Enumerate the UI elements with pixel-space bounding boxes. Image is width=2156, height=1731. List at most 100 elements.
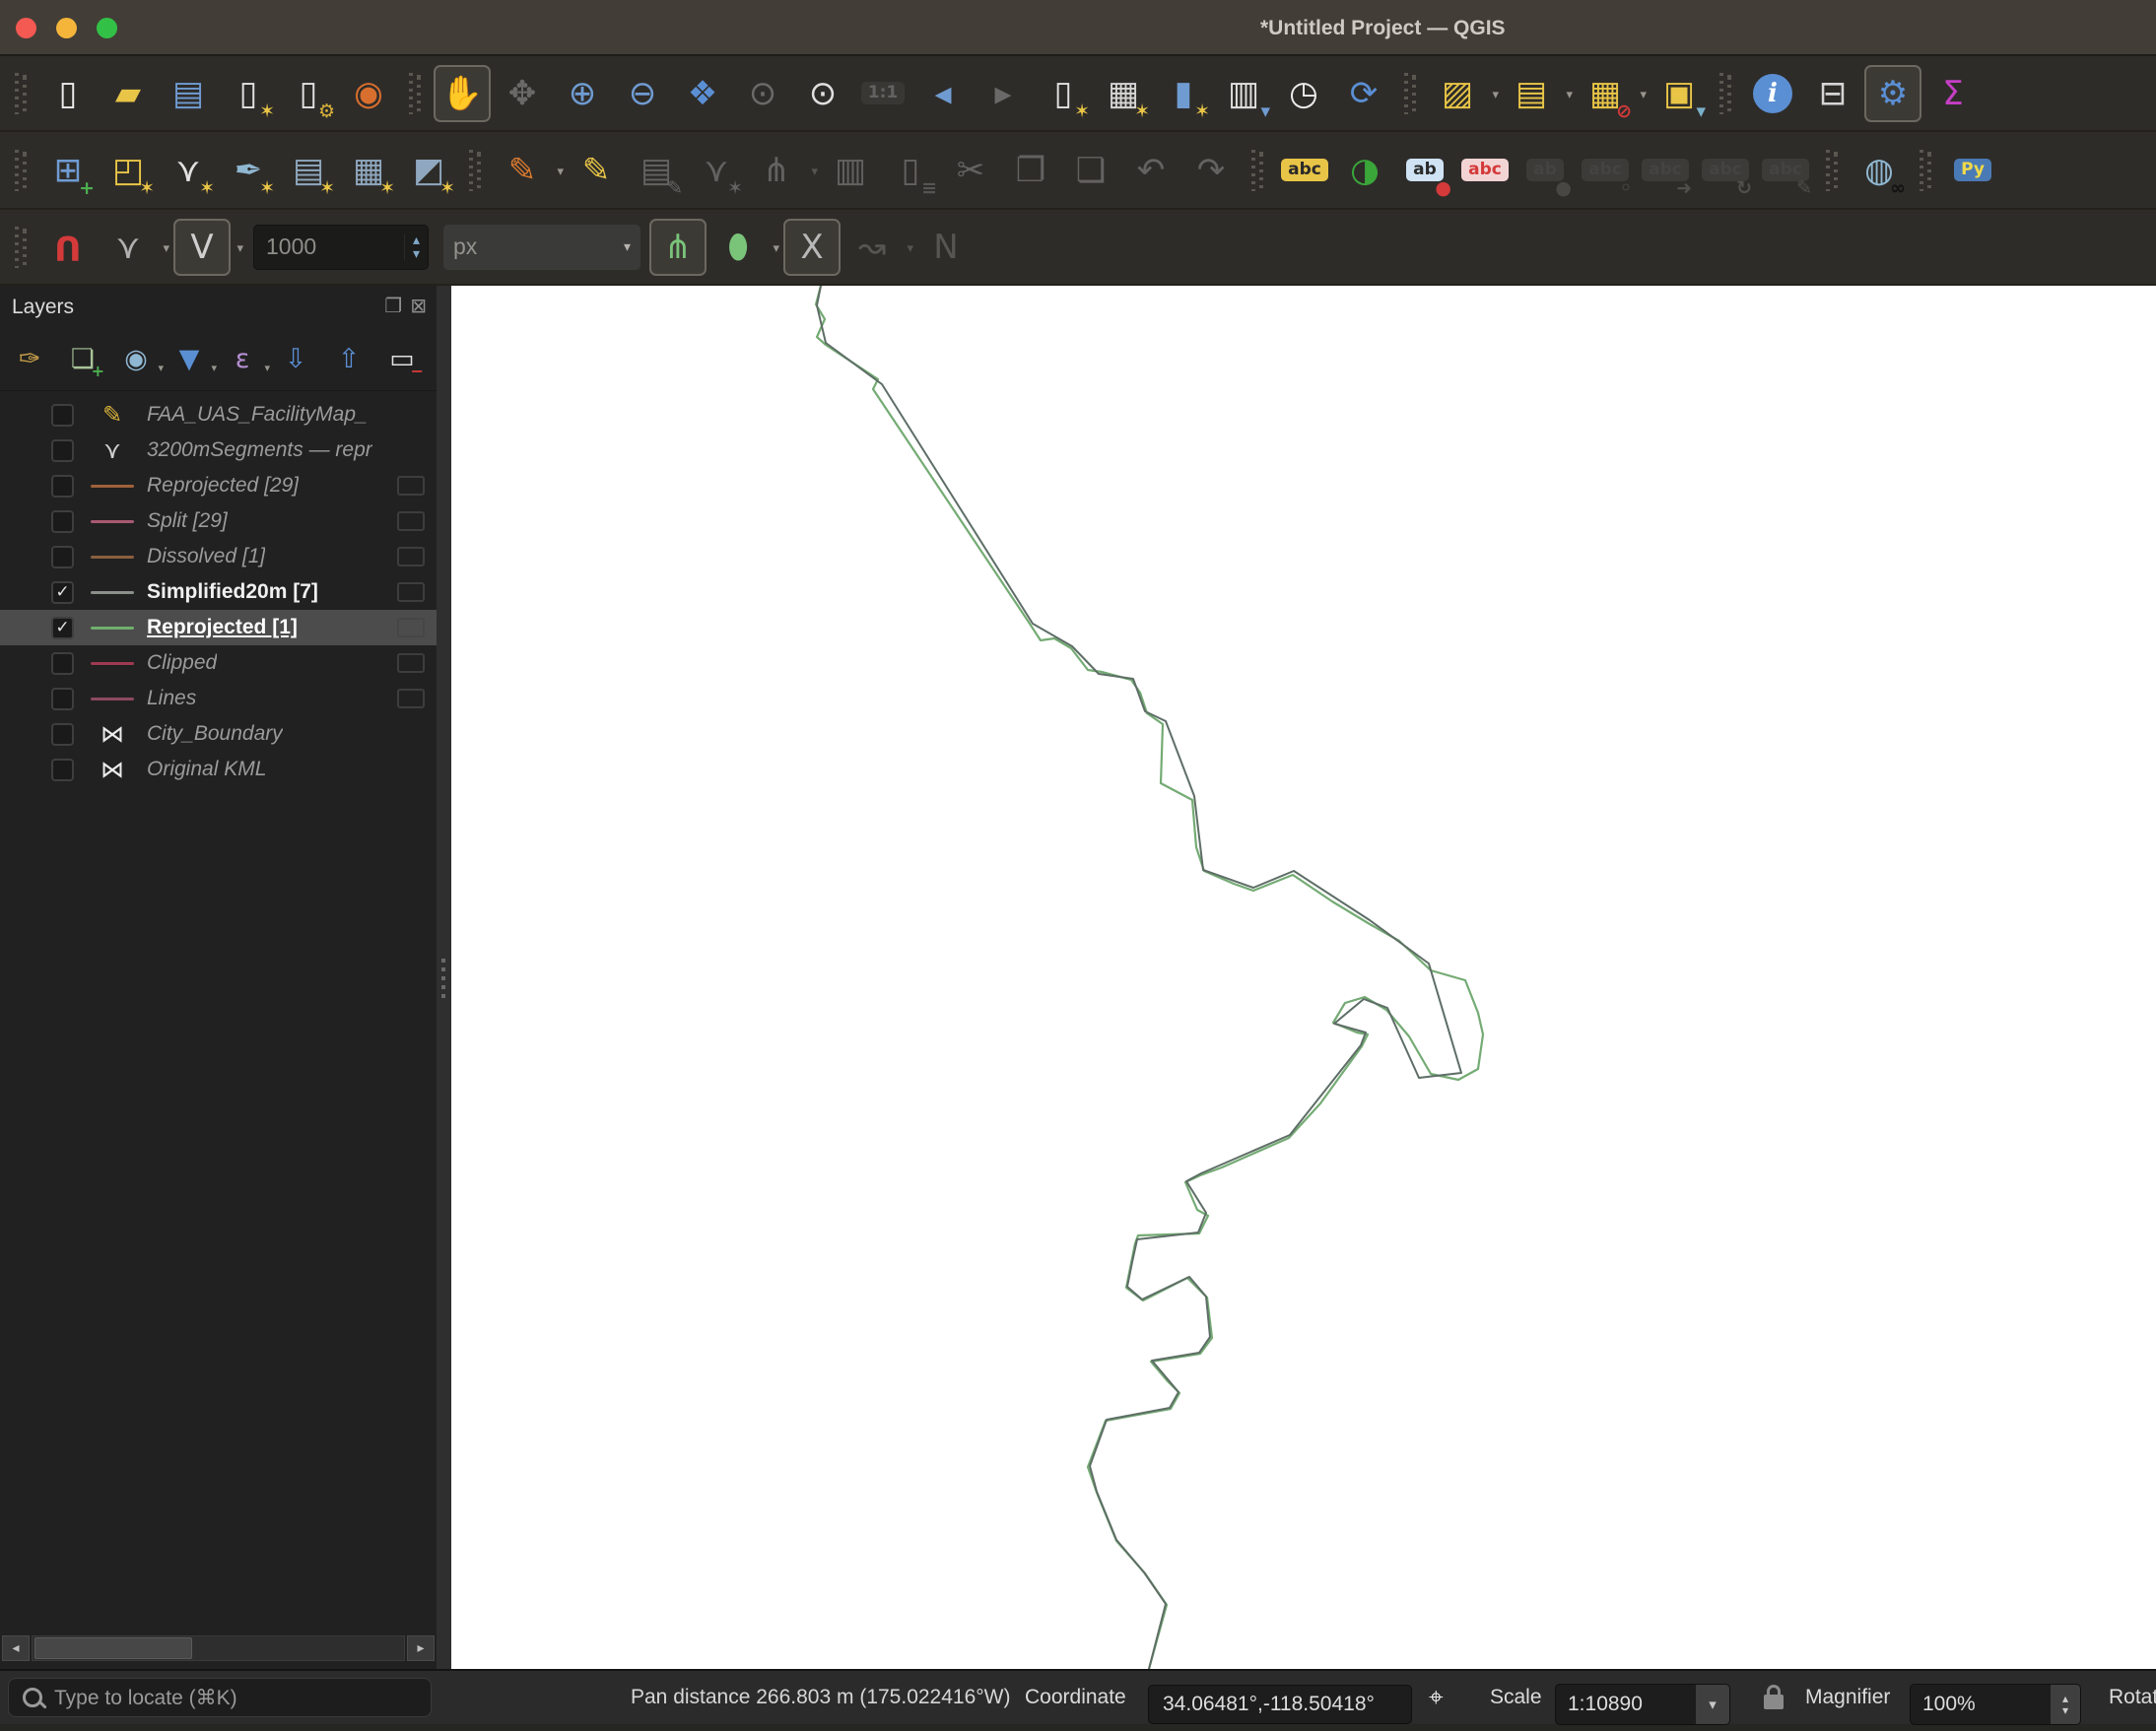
zoom-to-selection-button[interactable]: ⊙ <box>734 65 791 122</box>
processing-toolbox-button[interactable]: ⚙ <box>1864 64 1921 122</box>
toolbar-grip-handle[interactable] <box>1404 72 1417 114</box>
snapping-tolerance-spinbox[interactable]: ▴▾ <box>253 224 429 270</box>
layer-reprojected-1-checkbox[interactable]: ✓ <box>51 616 74 639</box>
close-panel-icon[interactable]: ⊠ <box>410 294 427 317</box>
select-features-button[interactable]: ▨ ▾ <box>1429 65 1499 122</box>
open-project-button[interactable]: ▰ <box>100 65 157 122</box>
lock-scale-button[interactable] <box>1764 1671 1784 1724</box>
snapping-type-vertex-button[interactable]: ⋎ ▾ <box>100 219 169 276</box>
filter-legend-dropdown-icon[interactable]: ▾ <box>211 362 217 374</box>
delete-selected-button[interactable]: ▯ ≡ <box>882 142 939 199</box>
new-3d-map-view-button[interactable]: ▦ ✶ <box>1095 65 1152 122</box>
zoom-in-button[interactable]: ⊕ <box>554 65 611 122</box>
snapping-tolerance-input[interactable] <box>254 233 404 261</box>
open-field-calculator-button[interactable]: ⊟ <box>1804 65 1861 122</box>
layer-diagram-options-button[interactable]: ◑ <box>1336 142 1393 199</box>
select-features-by-value-dropdown-icon[interactable]: ▾ <box>1566 88 1573 102</box>
select-features-by-value-button[interactable]: ▤ ▾ <box>1503 65 1573 122</box>
snapping-tolerance-spinner[interactable]: ▴ ▾ <box>403 233 428 261</box>
toolbar-grip-handle[interactable] <box>15 149 28 191</box>
scrollbar-track[interactable] <box>32 1635 405 1661</box>
python-console-button[interactable]: Py <box>1944 142 2001 199</box>
vertex-tool-dropdown-icon[interactable]: ▾ <box>811 165 818 179</box>
snapping-mode-all-layers-button[interactable]: V ▾ <box>173 218 243 276</box>
self-snapping-button[interactable]: X <box>783 218 841 276</box>
change-label-button[interactable]: abc ◦ <box>1577 142 1634 199</box>
magnifier-spinner[interactable]: ▴ ▾ <box>2051 1685 2080 1724</box>
rotate-label-button[interactable]: abc ↻ <box>1697 142 1754 199</box>
vertex-tool-button[interactable]: ⋔ ▾ <box>748 142 818 199</box>
new-project-button[interactable]: ▯ <box>39 65 97 122</box>
filter-by-expression-dropdown-icon[interactable]: ▾ <box>264 362 270 374</box>
layer-reprojected-1[interactable]: ✓ Reprojected [1] <box>0 610 437 645</box>
toolbar-grip-handle[interactable] <box>15 226 28 268</box>
pan-map-button[interactable]: ✋ <box>434 64 491 122</box>
toolbar-grip-handle[interactable] <box>1826 149 1839 191</box>
snapping-on-intersection-dropdown-icon[interactable]: ▾ <box>773 241 779 256</box>
scrollbar-thumb[interactable] <box>34 1637 192 1659</box>
expand-all-button[interactable]: ⇩ <box>274 337 317 380</box>
enable-tracing-dropdown-icon[interactable]: ▾ <box>907 241 913 256</box>
add-line-feature-button[interactable]: ⋎ ✶ <box>688 142 745 199</box>
open-layer-styling-button[interactable]: ✑ <box>8 337 51 380</box>
show-spatial-bookmarks-button[interactable]: ▥ ▾ <box>1215 65 1272 122</box>
layer-lines-checkbox[interactable] <box>51 687 74 710</box>
copy-features-button[interactable]: ❐ <box>1002 142 1059 199</box>
enable-snapping-button[interactable]: U <box>39 219 97 276</box>
toolbar-grip-handle[interactable] <box>1920 149 1932 191</box>
statistical-summary-button[interactable]: Σ <box>1924 65 1982 122</box>
layer-labeling-options-button[interactable]: abc <box>1276 142 1333 199</box>
offset-label-button[interactable]: abc ➜ <box>1637 142 1694 199</box>
zoom-native-resolution-button[interactable]: 1:1 <box>854 65 911 122</box>
scale-dropdown-icon[interactable]: ▾ <box>1696 1685 1729 1724</box>
undo-button[interactable]: ↶ <box>1122 142 1179 199</box>
style-manager-button[interactable]: ◉ <box>340 65 397 122</box>
toolbar-grip-handle[interactable] <box>15 72 28 114</box>
layer-clipped[interactable]: Clipped <box>0 645 437 681</box>
layer-dissolved-1[interactable]: Dissolved [1] <box>0 539 437 574</box>
save-layer-edits-button[interactable]: ▤ ✎ <box>628 142 685 199</box>
snapping-units-dropdown-icon[interactable]: ▾ <box>624 239 631 255</box>
zoom-next-button[interactable]: ▸ <box>975 65 1032 122</box>
refresh-map-button[interactable]: ⟳ <box>1335 65 1392 122</box>
filter-by-expression-button[interactable]: ε ▾ <box>221 337 270 380</box>
add-vector-layer-button[interactable]: ◰ ✶ <box>100 142 157 199</box>
layer-faa-uas-facilitymap[interactable]: ✎ FAA_UAS_FacilityMap_ <box>0 397 437 433</box>
minimize-window-button[interactable] <box>56 18 77 38</box>
deselect-features-button[interactable]: ▦ ⊘ ▾ <box>1577 65 1647 122</box>
layer-dissolved-1-checkbox[interactable] <box>51 545 74 568</box>
layer-simplified20m-7-checkbox[interactable]: ✓ <box>51 580 74 604</box>
show-layout-manager-button[interactable]: ▯ ⚙ <box>280 65 337 122</box>
new-spatial-bookmark-button[interactable]: ▮ ✶ <box>1155 65 1212 122</box>
layer-lines[interactable]: Lines <box>0 681 437 716</box>
coordinate-input[interactable]: 34.06481°,-118.50418° <box>1148 1678 1412 1731</box>
new-virtual-layer-button[interactable]: ▦ ✶ <box>340 142 397 199</box>
zoom-full-extent-button[interactable]: ❖ <box>674 65 731 122</box>
locator-search-input[interactable]: Type to locate (⌘K) <box>8 1678 432 1717</box>
change-label-properties-button[interactable]: abc ✎ <box>1757 142 1814 199</box>
temporal-controller-button[interactable]: ◷ <box>1275 65 1332 122</box>
layer-simplified20m-7[interactable]: ✓ Simplified20m [7] <box>0 574 437 610</box>
identify-features-button[interactable]: i <box>1744 65 1801 122</box>
layer-city-boundary-checkbox[interactable] <box>51 722 74 746</box>
cut-features-button[interactable]: ✂ <box>942 142 999 199</box>
new-mesh-layer-button[interactable]: ◩ ✶ <box>400 142 457 199</box>
topological-editing-button[interactable]: ⋔ <box>649 218 707 276</box>
new-spatialite-layer-button[interactable]: ▤ ✶ <box>280 142 337 199</box>
map-canvas[interactable] <box>451 286 2156 1669</box>
new-shapefile-layer-button[interactable]: ⋎ ✶ <box>160 142 217 199</box>
new-geopackage-layer-button[interactable]: ✒ ✶ <box>220 142 277 199</box>
toolbar-grip-handle[interactable] <box>1251 149 1264 191</box>
select-features-dropdown-icon[interactable]: ▾ <box>1492 88 1499 102</box>
new-print-layout-button[interactable]: ▯ ✶ <box>220 65 277 122</box>
deselect-features-dropdown-icon[interactable]: ▾ <box>1640 88 1647 102</box>
layer-original-kml-checkbox[interactable] <box>51 758 74 781</box>
zoom-window-button[interactable] <box>97 18 117 38</box>
enable-tracing-button[interactable]: ↝ ▾ <box>843 219 913 276</box>
layer-clipped-checkbox[interactable] <box>51 651 74 675</box>
select-by-location-button[interactable]: ▣ ▾ <box>1651 65 1708 122</box>
layer-3200msegments-checkbox[interactable] <box>51 438 74 462</box>
manage-map-themes-button[interactable]: ◉ ▾ <box>114 337 164 380</box>
highlight-pinned-labels-button[interactable]: abc <box>1456 142 1514 199</box>
data-source-manager-button[interactable]: ⊞ + <box>39 142 97 199</box>
